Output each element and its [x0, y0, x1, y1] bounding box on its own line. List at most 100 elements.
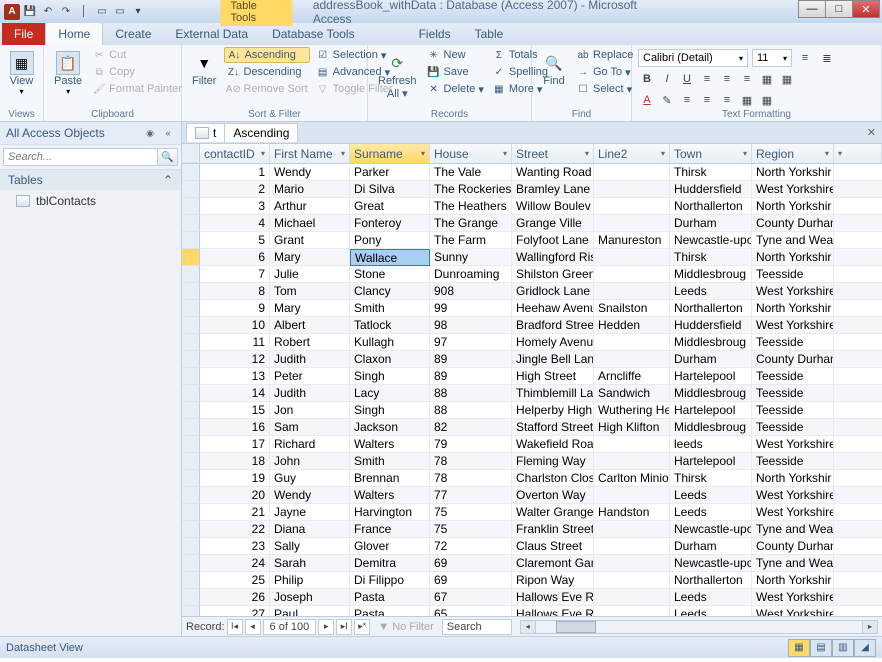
undo-icon[interactable]: ↶: [40, 4, 56, 20]
scroll-thumb[interactable]: [556, 621, 596, 633]
dropdown-icon[interactable]: ▾: [585, 149, 589, 158]
cell-house[interactable]: 77: [430, 487, 512, 504]
cell-house[interactable]: 69: [430, 572, 512, 589]
cell-street[interactable]: Hallows Eve Ro: [512, 606, 594, 616]
row-selector[interactable]: [182, 164, 200, 181]
cell-line2[interactable]: [594, 453, 670, 470]
copy-button[interactable]: ⧉Copy: [90, 64, 184, 80]
table-row[interactable]: 8TomClancy908Gridlock LaneLeedsWest York…: [182, 283, 882, 300]
cell-town[interactable]: Thirsk: [670, 470, 752, 487]
cell-firstname[interactable]: Albert: [270, 317, 350, 334]
cell-house[interactable]: The Rockeries: [430, 181, 512, 198]
table-row[interactable]: 17RichardWalters79Wakefield RoaleedsWest…: [182, 436, 882, 453]
cell-town[interactable]: Newcastle-upo: [670, 232, 752, 249]
cell-street[interactable]: Claus Street: [512, 538, 594, 555]
cell-town[interactable]: Northallerton: [670, 198, 752, 215]
cell-firstname[interactable]: Arthur: [270, 198, 350, 215]
nav-dropdown-icon[interactable]: ◉: [143, 128, 157, 139]
cell-town[interactable]: Northallerton: [670, 572, 752, 589]
file-tab[interactable]: File: [2, 23, 45, 45]
design-view-button[interactable]: ◢: [854, 639, 876, 657]
descending-button[interactable]: Z↓Descending: [224, 64, 309, 80]
table-row[interactable]: 20WendyWalters77Overton WayLeedsWest Yor…: [182, 487, 882, 504]
cell-line2[interactable]: [594, 589, 670, 606]
cell-surname[interactable]: Claxon: [350, 351, 430, 368]
dropdown-icon[interactable]: ▾: [743, 149, 747, 158]
table-row[interactable]: 27PaulPasta65Hallows Eve RoLeedsWest Yor…: [182, 606, 882, 616]
cell-street[interactable]: Charlston Close: [512, 470, 594, 487]
replace-button[interactable]: abReplace: [574, 47, 635, 63]
cell-house[interactable]: 89: [430, 351, 512, 368]
cell-firstname[interactable]: Judith: [270, 385, 350, 402]
italic-icon[interactable]: I: [658, 70, 676, 88]
cell-line2[interactable]: [594, 266, 670, 283]
column-header-street[interactable]: Street▾: [512, 144, 594, 163]
cell-firstname[interactable]: Philip: [270, 572, 350, 589]
row-selector[interactable]: [182, 436, 200, 453]
pivot-chart-view-button[interactable]: ▥: [832, 639, 854, 657]
gridlines-icon[interactable]: ▦: [738, 91, 756, 109]
cell-region[interactable]: Tyne and Wear: [752, 555, 834, 572]
row-selector[interactable]: [182, 555, 200, 572]
cell-street[interactable]: Folyfoot Lane: [512, 232, 594, 249]
row-selector[interactable]: [182, 504, 200, 521]
cell-region[interactable]: County Durhan: [752, 215, 834, 232]
next-record-button[interactable]: ▸: [318, 619, 334, 635]
cell-line2[interactable]: [594, 283, 670, 300]
cell-surname[interactable]: Parker: [350, 164, 430, 181]
dropdown-icon[interactable]: ▾: [261, 149, 265, 158]
cell-town[interactable]: Huddersfield: [670, 181, 752, 198]
cell-line2[interactable]: [594, 164, 670, 181]
cell-town[interactable]: Newcastle-upo: [670, 555, 752, 572]
cell-line2[interactable]: Wuthering Hei: [594, 402, 670, 419]
column-header-firstname[interactable]: First Name▾: [270, 144, 350, 163]
qat-dropdown-icon[interactable]: ▾: [130, 4, 146, 20]
table-row[interactable]: 11RobertKullagh97Homely AvenuMiddlesbrou…: [182, 334, 882, 351]
table-row[interactable]: 12JudithClaxon89Jingle Bell LaneDurhamCo…: [182, 351, 882, 368]
cell-surname[interactable]: Lacy: [350, 385, 430, 402]
cell-house[interactable]: 69: [430, 555, 512, 572]
search-input[interactable]: [3, 148, 158, 166]
cell-house[interactable]: 67: [430, 589, 512, 606]
cell-region[interactable]: West Yorkshire: [752, 487, 834, 504]
cell-surname[interactable]: Glover: [350, 538, 430, 555]
prev-record-button[interactable]: ◂: [245, 619, 261, 635]
cell-region[interactable]: West Yorkshire: [752, 317, 834, 334]
cell-line2[interactable]: [594, 436, 670, 453]
cell-street[interactable]: Thimblemill La: [512, 385, 594, 402]
cell-street[interactable]: Homely Avenu: [512, 334, 594, 351]
nav-header[interactable]: All Access Objects ◉«: [0, 122, 181, 145]
save-icon[interactable]: 💾: [22, 4, 38, 20]
cell-house[interactable]: 88: [430, 402, 512, 419]
cell-region[interactable]: North Yorkshir: [752, 164, 834, 181]
cell-firstname[interactable]: Jon: [270, 402, 350, 419]
cell-street[interactable]: Bradford Street: [512, 317, 594, 334]
save-button[interactable]: 💾Save: [425, 64, 486, 80]
cell-town[interactable]: Thirsk: [670, 164, 752, 181]
table-row[interactable]: 16SamJackson82Stafford StreetHigh Klifto…: [182, 419, 882, 436]
cell-town[interactable]: Durham: [670, 538, 752, 555]
nav-collapse-icon[interactable]: «: [161, 128, 175, 139]
column-header-contactid[interactable]: contactID▾: [200, 144, 270, 163]
row-selector[interactable]: [182, 368, 200, 385]
cell-house[interactable]: 75: [430, 504, 512, 521]
cell-firstname[interactable]: Richard: [270, 436, 350, 453]
cell-town[interactable]: Hartelepool: [670, 402, 752, 419]
dropdown-icon[interactable]: ▾: [661, 149, 665, 158]
row-selector[interactable]: [182, 351, 200, 368]
row-selector[interactable]: [182, 572, 200, 589]
cell-house[interactable]: 89: [430, 368, 512, 385]
cell-region[interactable]: West Yorkshire: [752, 181, 834, 198]
cell-contactid[interactable]: 2: [200, 181, 270, 198]
cell-town[interactable]: Middlesbroug: [670, 334, 752, 351]
row-selector[interactable]: [182, 317, 200, 334]
cell-house[interactable]: 99: [430, 300, 512, 317]
nav-item-tblcontacts[interactable]: tblContacts: [0, 190, 181, 212]
row-selector[interactable]: [182, 453, 200, 470]
cell-house[interactable]: The Vale: [430, 164, 512, 181]
table-row[interactable]: 1WendyParkerThe ValeWanting RoadThirskNo…: [182, 164, 882, 181]
cell-surname[interactable]: Di Filippo: [350, 572, 430, 589]
cell-contactid[interactable]: 18: [200, 453, 270, 470]
cell-street[interactable]: Grange Ville: [512, 215, 594, 232]
record-search[interactable]: Search: [442, 619, 512, 635]
